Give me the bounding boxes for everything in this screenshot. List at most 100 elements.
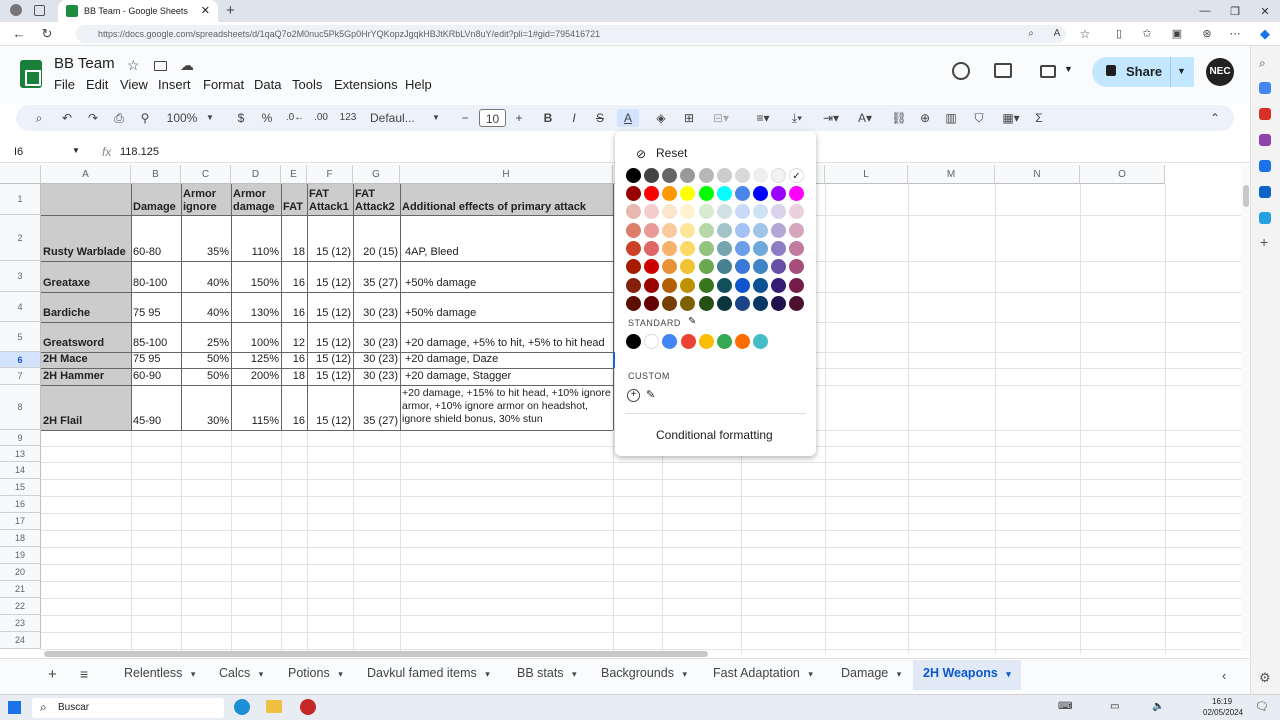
weapon-name-cell[interactable]: Bardiche (41, 307, 131, 321)
color-swatch[interactable] (699, 222, 714, 238)
sheet-tab-menu-icon[interactable]: ▾ (1004, 669, 1011, 679)
sheet-tab-bb-stats[interactable]: BB stats ▾ (517, 666, 577, 680)
color-swatch[interactable] (771, 240, 786, 256)
all-sheets-icon[interactable]: ≡ (80, 666, 88, 682)
table-cell[interactable]: 50% (181, 370, 231, 384)
color-swatch[interactable] (662, 240, 677, 256)
color-swatch-gray[interactable] (680, 168, 695, 183)
bold-button[interactable]: B (539, 109, 557, 127)
undo-icon[interactable]: ↶ (58, 109, 76, 127)
taskbar-search[interactable]: ⌕ Buscar (32, 698, 224, 718)
standard-color-swatch[interactable] (680, 334, 696, 349)
color-swatch[interactable] (699, 259, 714, 275)
row-header-14[interactable]: 14 (0, 462, 41, 479)
table-cell[interactable]: 75 95 (131, 307, 181, 321)
back-icon[interactable]: ← (10, 25, 28, 43)
color-swatch[interactable] (662, 186, 677, 201)
sidebar-settings-icon[interactable]: ⚙ (1259, 670, 1271, 686)
sheet-tab-menu-icon[interactable]: ▾ (336, 669, 343, 679)
color-swatch-gray[interactable] (644, 168, 659, 183)
color-swatch[interactable] (753, 222, 768, 238)
color-swatch[interactable] (735, 186, 750, 201)
column-header-m[interactable]: M (908, 165, 995, 184)
color-swatch[interactable] (680, 204, 695, 220)
color-swatch[interactable] (680, 277, 695, 293)
text-rotate-icon[interactable]: A▾ (850, 109, 880, 127)
weapon-name-cell[interactable]: Rusty Warblade (41, 246, 131, 260)
table-cell[interactable]: 115% (231, 415, 281, 429)
color-swatch[interactable] (789, 204, 804, 220)
table-cell[interactable]: 15 (12) (307, 353, 353, 367)
color-swatch[interactable] (753, 204, 768, 220)
table-cell[interactable]: 18 (281, 246, 307, 260)
table-cell[interactable]: 30 (23) (353, 307, 400, 321)
close-window-icon[interactable]: ✕ (1250, 0, 1280, 22)
star-icon[interactable]: ☆ (127, 57, 140, 74)
redo-icon[interactable]: ↷ (84, 109, 102, 127)
color-swatch[interactable] (626, 222, 641, 238)
sheet-tab-fast-adaptation[interactable]: Fast Adaptation ▾ (713, 666, 813, 680)
color-swatch[interactable] (771, 204, 786, 220)
menu-format[interactable]: Format (203, 77, 244, 92)
search-menus-icon[interactable]: ⌕ (30, 109, 48, 127)
weapon-name-cell[interactable]: Greatsword (41, 337, 131, 351)
table-cell[interactable]: 150% (231, 277, 281, 291)
font-select[interactable]: Defaul... (370, 109, 428, 127)
functions-icon[interactable]: Σ (1030, 109, 1048, 127)
font-size-decrease-icon[interactable]: − (456, 109, 474, 127)
vertical-scrollbar[interactable] (1241, 165, 1250, 655)
font-size-input[interactable]: 10 (479, 109, 506, 127)
color-swatch[interactable] (699, 204, 714, 220)
add-sheet-icon[interactable]: + (48, 666, 57, 683)
table-cell[interactable]: 30 (23) (353, 337, 400, 351)
color-swatch[interactable] (771, 222, 786, 238)
row-header-16[interactable]: 16 (0, 496, 41, 513)
column-header-n[interactable]: N (995, 165, 1080, 184)
color-swatch[interactable] (753, 186, 768, 201)
sheet-tab-menu-icon[interactable]: ▾ (806, 669, 813, 679)
color-swatch[interactable] (735, 240, 750, 256)
row-header-1[interactable]: 1 (0, 184, 41, 215)
menu-insert[interactable]: Insert (158, 77, 191, 92)
row-header-7[interactable]: 7 (0, 368, 41, 385)
row-header-18[interactable]: 18 (0, 530, 41, 547)
color-swatch[interactable] (771, 277, 786, 293)
menu-edit[interactable]: Edit (86, 77, 108, 92)
color-swatch[interactable] (680, 186, 695, 201)
color-swatch[interactable] (789, 240, 804, 256)
sheet-tab-menu-icon[interactable]: ▾ (570, 669, 577, 679)
insert-chart-icon[interactable]: ▥ (942, 109, 960, 127)
row-header-8[interactable]: 8 (0, 385, 41, 430)
color-swatch[interactable] (644, 186, 659, 201)
color-swatch[interactable] (735, 277, 750, 293)
table-cell[interactable]: +20 damage, Daze (400, 353, 613, 367)
horizontal-scroll-thumb[interactable] (44, 651, 708, 657)
color-swatch-gray[interactable] (717, 168, 732, 183)
column-header-h[interactable]: H (400, 165, 613, 184)
color-swatch[interactable] (644, 222, 659, 238)
color-swatch[interactable] (644, 277, 659, 293)
color-swatch-gray[interactable] (662, 168, 677, 183)
table-cell[interactable]: 16 (281, 277, 307, 291)
standard-color-swatch[interactable] (735, 334, 751, 349)
edit-standard-icon[interactable]: ✎ (688, 316, 696, 327)
menu-help[interactable]: Help (405, 77, 432, 92)
url-field[interactable]: https://docs.google.com/spreadsheets/d/1… (76, 25, 1066, 43)
sheet-tab-calcs[interactable]: Calcs ▾ (219, 666, 263, 680)
color-swatch[interactable] (680, 295, 695, 311)
notification-icon[interactable]: 🗨 (1255, 700, 1269, 713)
table-cell[interactable]: 40% (181, 277, 231, 291)
table-cell[interactable]: 130% (231, 307, 281, 321)
color-swatch[interactable] (626, 204, 641, 220)
sidebar-tools-icon[interactable] (1259, 108, 1271, 120)
meet-dropdown-icon[interactable]: ▼ (1064, 64, 1073, 74)
color-swatch[interactable] (735, 222, 750, 238)
meet-icon[interactable] (1040, 65, 1056, 78)
table-cell[interactable]: 15 (12) (307, 337, 353, 351)
print-icon[interactable]: ⎙ (110, 109, 128, 127)
table-cell[interactable]: 125% (231, 353, 281, 367)
column-header-d[interactable]: D (231, 165, 281, 184)
color-swatch[interactable] (699, 295, 714, 311)
font-dropdown-icon[interactable]: ▼ (430, 109, 442, 127)
table-cell[interactable]: +20 damage, +15% to hit head, +10% ignor… (400, 387, 613, 430)
